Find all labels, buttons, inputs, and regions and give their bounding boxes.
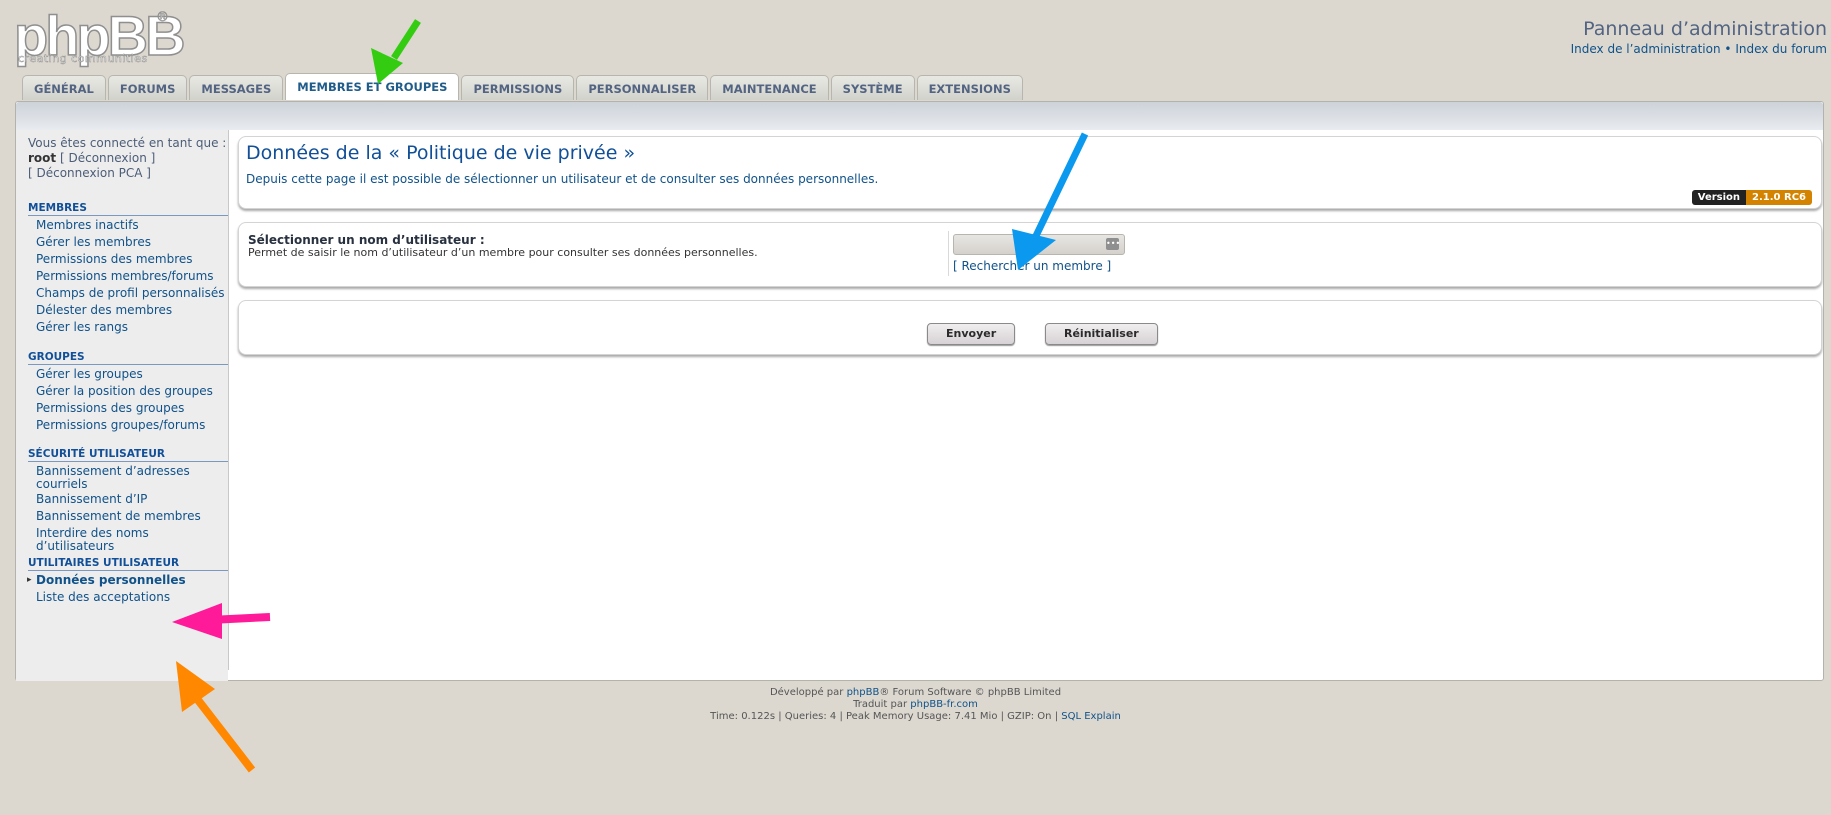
pink-arrow <box>172 603 271 639</box>
orange-arrow <box>176 661 256 773</box>
blue-arrow <box>1012 132 1089 270</box>
annotation-arrows <box>172 19 1089 773</box>
green-arrow <box>371 19 421 84</box>
